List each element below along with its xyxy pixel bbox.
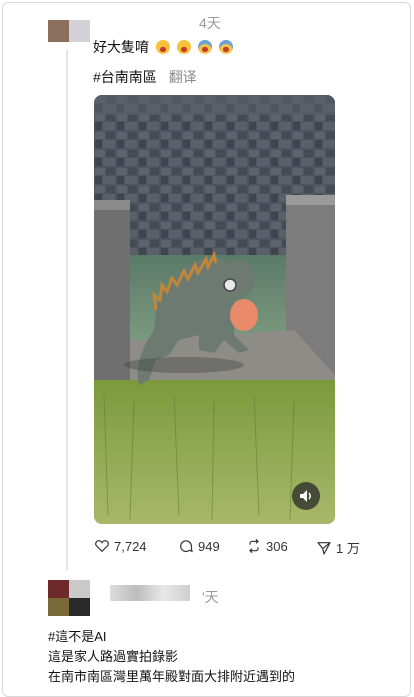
avatar-block <box>48 580 69 598</box>
thread-line <box>66 50 68 570</box>
translate-link[interactable]: 翻译 <box>169 69 197 85</box>
post-tags: #台南南區 翻译 <box>93 67 197 87</box>
avatar[interactable] <box>48 20 90 42</box>
comment-count: 949 <box>198 538 220 554</box>
post-time: 4天 <box>199 15 221 31</box>
post-text-content: 好大隻唷 <box>93 39 149 55</box>
sound-button[interactable] <box>292 482 320 510</box>
comment-button[interactable]: 949 <box>178 538 220 554</box>
share-count: 1 万 <box>336 541 360 556</box>
reply-text: #這不是AI 這是家人路過實拍錄影 在南市南區灣里萬年殿對面大排附近遇到的 <box>48 627 295 687</box>
share-button[interactable]: 1 万 <box>316 538 360 557</box>
comment-icon <box>180 540 193 553</box>
video-player[interactable] <box>94 95 335 524</box>
scared-face-icon <box>155 40 170 54</box>
video-frame <box>94 95 335 524</box>
avatar-block <box>69 20 90 42</box>
avatar-block <box>69 598 90 616</box>
like-count: 7,724 <box>114 538 147 554</box>
avatar-block <box>48 20 69 42</box>
scared-face-icon <box>176 40 191 54</box>
speaker-icon <box>300 490 311 502</box>
username-blurred[interactable] <box>110 585 190 601</box>
avatar-block <box>69 580 90 598</box>
reply-time: '天 <box>202 589 219 605</box>
repost-count: 306 <box>266 538 288 554</box>
send-icon <box>317 541 331 555</box>
reply-line: 這是家人路過實拍錄影 <box>48 649 179 664</box>
reply-line: #這不是AI <box>48 629 107 644</box>
heart-icon <box>95 540 109 553</box>
fearful-face-icon <box>218 40 233 54</box>
avatar-block <box>48 598 69 616</box>
like-button[interactable]: 7,724 <box>94 538 147 554</box>
reply-line: 在南市南區灣里萬年殿對面大排附近遇到的 <box>48 669 296 684</box>
repost-icon <box>249 538 259 554</box>
hashtag-link[interactable]: #台南南區 <box>93 69 157 85</box>
repost-button[interactable]: 306 <box>246 538 288 554</box>
fearful-face-icon <box>197 40 212 54</box>
avatar[interactable] <box>48 580 90 616</box>
post-text: 好大隻唷 <box>93 37 233 57</box>
action-bar: 7,724 949 306 1 万 <box>94 538 374 558</box>
